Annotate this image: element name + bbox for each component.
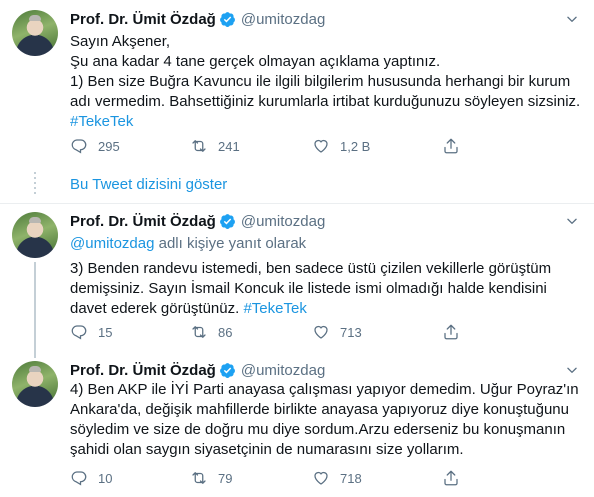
reply-count: 10 (98, 470, 113, 486)
heart-icon (314, 139, 328, 153)
more-options-button[interactable] (562, 9, 582, 29)
share-button[interactable] (442, 136, 482, 156)
chevron-down-icon (567, 218, 577, 224)
hashtag-link[interactable]: #TekeTek (70, 112, 582, 132)
tweet-line: adı vermedim. Bahsettiğiniz kurumlarla i… (70, 93, 581, 110)
hashtag-link[interactable]: #TekeTek (243, 300, 306, 317)
tweet-line: 4) Ben AKP ile İYİ Parti anayasa çalışma… (70, 381, 579, 398)
more-options-button[interactable] (562, 211, 582, 231)
thread-dots (34, 172, 36, 194)
retweet-button[interactable]: 79 (190, 468, 312, 488)
tweet-line: söyledim ve size de doğru mu diye sordum… (70, 421, 566, 438)
reply-icon (71, 139, 87, 154)
verified-badge-icon (219, 362, 235, 378)
reply-context-label: adlı kişiye yanıt olarak (154, 235, 307, 252)
share-icon (444, 138, 458, 154)
retweet-count: 79 (218, 470, 233, 486)
thread-connector (34, 262, 36, 350)
tweet-actions: 15 86 713 (70, 322, 510, 342)
tweet-2[interactable]: Prof. Dr. Ümit Özdağ @umitozdag @umitozd… (0, 204, 594, 350)
reply-button[interactable]: 15 (70, 322, 190, 342)
author-handle[interactable]: @umitozdag (241, 11, 325, 28)
retweet-button[interactable]: 241 (190, 136, 312, 156)
thread-connector (34, 350, 36, 358)
tweet-text: @umitozdag adlı kişiye yanıt olarak 3) B… (70, 234, 582, 319)
tweet-header: Prof. Dr. Ümit Özdağ @umitozdag (70, 9, 325, 29)
avatar[interactable] (12, 212, 58, 258)
share-button[interactable] (442, 322, 482, 342)
tweet-text: 4) Ben AKP ile İYİ Parti anayasa çalışma… (70, 380, 582, 460)
reply-count: 15 (98, 324, 113, 340)
author-handle[interactable]: @umitozdag (241, 362, 325, 379)
tweet-line: 1) Ben size Buğra Kavuncu ile ilgili bil… (70, 73, 571, 90)
share-icon (444, 324, 458, 340)
tweet-line: demişsiniz. Sayın İsmail Koncuk ile list… (70, 280, 547, 297)
tweet-line: şahidi olan saygın siyasetçinin de numar… (70, 441, 464, 458)
author-name[interactable]: Prof. Dr. Ümit Özdağ (70, 362, 216, 379)
avatar[interactable] (12, 361, 58, 407)
verified-badge-icon (219, 11, 235, 27)
tweet-header: Prof. Dr. Ümit Özdağ @umitozdag (70, 360, 325, 380)
avatar[interactable] (12, 10, 58, 56)
heart-icon (314, 325, 328, 339)
author-name[interactable]: Prof. Dr. Ümit Özdağ (70, 11, 216, 28)
tweet-line: davet ederek görüştünüz. #TekeTek (70, 299, 582, 319)
tweet-actions: 10 79 718 (70, 468, 510, 488)
share-icon (444, 470, 458, 486)
heart-icon (314, 471, 328, 485)
mention-link[interactable]: @umitozdag (70, 235, 154, 252)
author-name[interactable]: Prof. Dr. Ümit Özdağ (70, 213, 216, 230)
share-button[interactable] (442, 468, 482, 488)
retweet-button[interactable]: 86 (190, 322, 312, 342)
tweet-line: Ankara'da, değişik mahfillerde birlikte … (70, 401, 569, 418)
tweet-actions: 295 241 1,2 B (70, 136, 510, 156)
tweet-3[interactable]: Prof. Dr. Ümit Özdağ @umitozdag 4) Ben A… (0, 350, 594, 497)
reply-icon (71, 471, 87, 486)
tweet-line: Şu ana kadar 4 tane gerçek olmayan açıkl… (70, 53, 441, 70)
like-count: 1,2 B (340, 138, 371, 154)
reply-button[interactable]: 10 (70, 468, 190, 488)
more-options-button[interactable] (562, 360, 582, 380)
like-count: 713 (340, 324, 362, 340)
retweet-icon (192, 326, 206, 338)
retweet-icon (192, 472, 206, 484)
like-button[interactable]: 713 (312, 322, 442, 342)
reply-button[interactable]: 295 (70, 136, 190, 156)
tweet-text: Sayın Akşener, Şu ana kadar 4 tane gerçe… (70, 32, 582, 132)
retweet-count: 241 (218, 138, 240, 154)
like-button[interactable]: 1,2 B (312, 136, 442, 156)
chevron-down-icon (567, 16, 577, 22)
reply-icon (71, 325, 87, 340)
like-count: 718 (340, 470, 362, 486)
retweet-count: 86 (218, 324, 233, 340)
like-button[interactable]: 718 (312, 468, 442, 488)
tweet-header: Prof. Dr. Ümit Özdağ @umitozdag (70, 211, 325, 231)
reply-context: @umitozdag adlı kişiye yanıt olarak (70, 234, 582, 254)
retweet-icon (192, 140, 206, 152)
author-handle[interactable]: @umitozdag (241, 213, 325, 230)
verified-badge-icon (219, 213, 235, 229)
chevron-down-icon (567, 367, 577, 373)
tweet-line: Sayın Akşener, (70, 33, 171, 50)
reply-count: 295 (98, 138, 120, 154)
show-thread-link[interactable]: Bu Tweet dizisini göster (70, 176, 227, 193)
tweet-1[interactable]: Prof. Dr. Ümit Özdağ @umitozdag Sayın Ak… (0, 0, 594, 170)
tweet-line-text: davet ederek görüştünüz. (70, 300, 244, 317)
tweet-line: 3) Benden randevu istemedi, ben sadece ü… (70, 260, 552, 277)
